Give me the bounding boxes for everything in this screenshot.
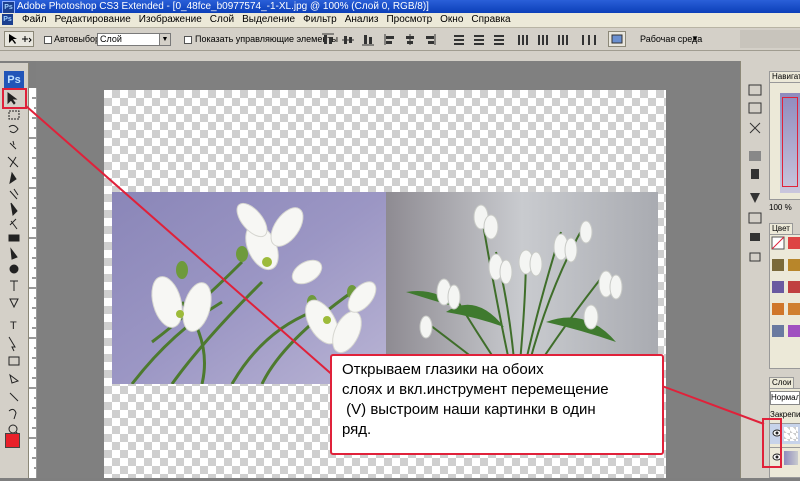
layers-tab[interactable]: Слои (769, 377, 795, 388)
options-spacer (0, 51, 800, 61)
show-controls-label: Показать управляющие элементы (195, 34, 338, 44)
toolbox: Ps T (0, 63, 29, 478)
foreground-color-swatch[interactable] (5, 433, 20, 448)
style-swatches[interactable] (770, 235, 800, 368)
callout-line-1: Открываем глазики на обоих (342, 361, 544, 378)
menu-view[interactable]: Просмотр (382, 13, 436, 27)
tool-preset-picker[interactable] (4, 31, 34, 47)
menu-select[interactable]: Выделение (238, 13, 299, 27)
ps-logo: Ps (4, 71, 24, 89)
title-bar: Ps Adobe Photoshop CS3 Extended - [0_48f… (0, 0, 800, 14)
navigator-view-box[interactable] (782, 97, 798, 187)
menu-bar: Ps Файл Редактирование Изображение Слой … (0, 13, 800, 28)
move-tool-icon (9, 34, 32, 44)
window-title: Adobe Photoshop CS3 Extended - [0_48fce_… (17, 1, 429, 12)
autoselect-label: Автовыбор: (54, 34, 103, 44)
dock-icons[interactable] (747, 63, 763, 477)
tool-icons[interactable]: T (2, 91, 26, 478)
vertical-ruler (29, 88, 37, 478)
options-bar: Автовыбор: Слой ▼ Показать управляющие э… (0, 28, 800, 51)
highlight-move-tool (2, 88, 27, 109)
layer-thumbnail-1 (784, 427, 798, 441)
menu-analysis[interactable]: Анализ (341, 13, 383, 27)
autoselect-checkbox[interactable] (44, 36, 52, 44)
right-panel-dock: Навигат 100 % Цвет Слои Нормаль Закрепит (740, 61, 800, 478)
layer-thumbnail-2 (784, 451, 798, 465)
autoselect-value: Слой (100, 34, 122, 44)
menu-app-icon[interactable]: Ps (2, 14, 13, 25)
workspace-chevron-icon[interactable]: ▼ (691, 33, 699, 45)
callout-line-4: ряд. (342, 421, 372, 438)
palette-icon (611, 34, 623, 44)
align-distribute-icons[interactable] (322, 33, 602, 47)
show-controls-checkbox[interactable] (184, 36, 192, 44)
menu-file[interactable]: Файл (18, 13, 51, 27)
svg-text:T: T (10, 320, 17, 332)
callout-line-3: (V) выстроим наши картинки в один (342, 401, 596, 418)
menu-window[interactable]: Окно (436, 13, 467, 27)
blend-mode-dropdown[interactable]: Нормаль (770, 391, 800, 405)
menu-filter[interactable]: Фильтр (299, 13, 341, 27)
workspace-icon-button[interactable] (608, 31, 626, 47)
menu-help[interactable]: Справка (467, 13, 514, 27)
swatches-panel (769, 234, 800, 369)
highlight-eye-icons (762, 418, 782, 468)
menu-layer[interactable]: Слой (206, 13, 238, 27)
ruler-ticks (29, 97, 36, 469)
annotation-callout: Открываем глазики на обоих слоях и вкл.и… (330, 354, 664, 455)
chevron-down-icon: ▼ (159, 34, 170, 45)
autoselect-dropdown[interactable]: Слой ▼ (97, 33, 171, 46)
panel-well (740, 30, 800, 48)
zoom-value[interactable]: 100 % (769, 202, 792, 214)
callout-line-2: слоях и вкл.инструмент перемещение (342, 381, 609, 398)
navigator-tab[interactable]: Навигат (769, 71, 800, 82)
menu-image[interactable]: Изображение (135, 13, 206, 27)
navigator-panel (769, 82, 800, 200)
menu-edit[interactable]: Редактирование (51, 13, 135, 27)
color-tab[interactable]: Цвет (769, 223, 793, 234)
